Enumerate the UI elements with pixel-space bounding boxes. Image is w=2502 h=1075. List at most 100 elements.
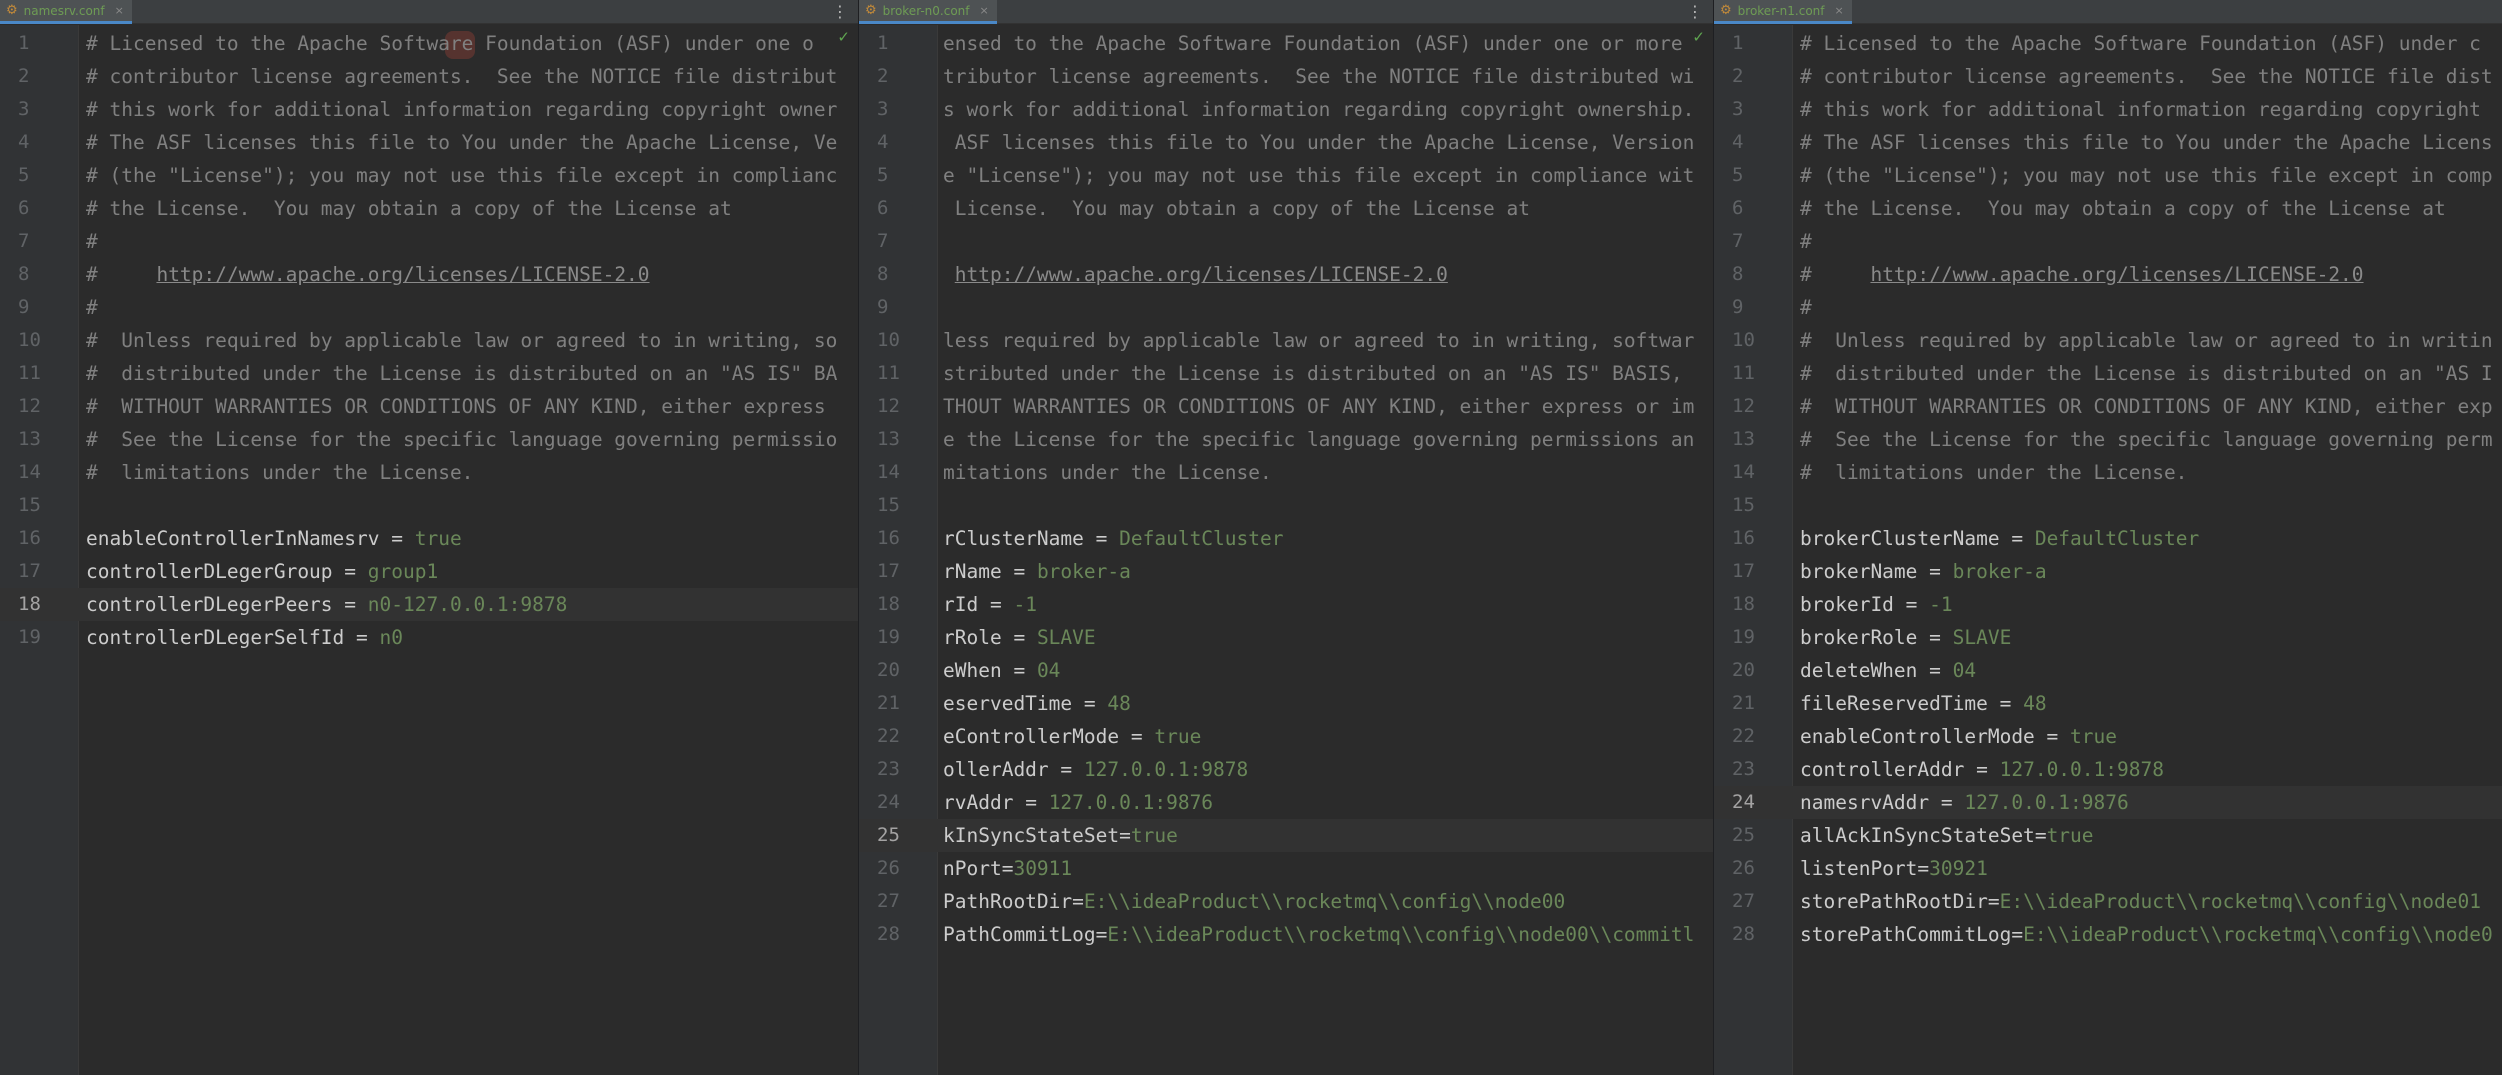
code-area[interactable]: 1 ensed to the Apache Software Foundation… [859, 27, 1713, 1075]
code-line[interactable]: 25 allAckInSyncStateSet=true [1714, 819, 2502, 852]
code-line[interactable]: 18 controllerDLegerPeers = n0-127.0.0.1:9… [0, 588, 858, 621]
license-link[interactable]: http://www.apache.org/licenses/LICENSE-2… [1870, 263, 2363, 286]
code-line[interactable]: 3 # this work for additional information … [0, 93, 858, 126]
code-line[interactable]: 12 THOUT WARRANTIES OR CONDITIONS OF ANY … [859, 390, 1713, 423]
code-line[interactable]: 1 # Licensed to the Apache Software Found… [0, 27, 858, 60]
code-line[interactable]: 19 rRole = SLAVE [859, 621, 1713, 654]
code-line[interactable]: 9 # [0, 291, 858, 324]
code-line[interactable]: 10 # Unless required by applicable law or… [1714, 324, 2502, 357]
code-line[interactable]: 4 ASF licenses this file to You under th… [859, 126, 1713, 159]
code-line[interactable]: 16 enableControllerInNamesrv = true [0, 522, 858, 555]
code-line[interactable]: 12 # WITHOUT WARRANTIES OR CONDITIONS OF … [1714, 390, 2502, 423]
code-line[interactable]: 14 # limitations under the License. [0, 456, 858, 489]
license-link[interactable]: http://www.apache.org/licenses/LICENSE-2… [955, 263, 1448, 286]
code-line[interactable]: 21 fileReservedTime = 48 [1714, 687, 2502, 720]
code-line[interactable]: 24 rvAddr = 127.0.0.1:9876 [859, 786, 1713, 819]
close-icon[interactable]: × [980, 4, 989, 17]
code-line[interactable]: 22 enableControllerMode = true [1714, 720, 2502, 753]
property-key: rRole [943, 626, 1002, 649]
code-line[interactable]: 14 mitations under the License. [859, 456, 1713, 489]
property-key: controllerDLegerGroup [86, 560, 333, 583]
code-line[interactable]: 16 rClusterName = DefaultCluster [859, 522, 1713, 555]
code-line[interactable]: 2 # contributor license agreements. See t… [1714, 60, 2502, 93]
code-line[interactable]: 6 # the License. You may obtain a copy of… [1714, 192, 2502, 225]
code-line[interactable]: 10 # Unless required by applicable law or… [0, 324, 858, 357]
line-number: 6 [1732, 197, 1744, 219]
code-line[interactable]: 5 # (the "License"); you may not use this… [1714, 159, 2502, 192]
more-options-icon[interactable]: ⋮ [832, 2, 848, 22]
code-line[interactable]: 17 rName = broker-a [859, 555, 1713, 588]
code-line[interactable]: 21 eservedTime = 48 [859, 687, 1713, 720]
code-line[interactable]: 28 storePathCommitLog=E:\\ideaProduct\\ro… [1714, 918, 2502, 951]
code-line[interactable]: 15 [0, 489, 858, 522]
code-line[interactable]: 23 controllerAddr = 127.0.0.1:9878 [1714, 753, 2502, 786]
code-line[interactable]: 5 e "License"); you may not use this file… [859, 159, 1713, 192]
property-key: controllerAddr [1800, 758, 1965, 781]
tab-namesrv-conf[interactable]: ⚙ namesrv.conf × [0, 0, 132, 24]
code-line[interactable]: 22 eControllerMode = true [859, 720, 1713, 753]
code-line[interactable]: 7 # [1714, 225, 2502, 258]
code-area[interactable]: 1 # Licensed to the Apache Software Found… [1714, 27, 2502, 1075]
code-line[interactable]: 1 ensed to the Apache Software Foundation… [859, 27, 1713, 60]
code-line[interactable]: 27 storePathRootDir=E:\\ideaProduct\\rock… [1714, 885, 2502, 918]
more-options-icon[interactable]: ⋮ [1687, 2, 1703, 22]
code-line[interactable]: 14 # limitations under the License. [1714, 456, 2502, 489]
code-line[interactable]: 19 brokerRole = SLAVE [1714, 621, 2502, 654]
code-line[interactable]: 27 PathRootDir=E:\\ideaProduct\\rocketmq\… [859, 885, 1713, 918]
code-line[interactable]: 20 eWhen = 04 [859, 654, 1713, 687]
code-line[interactable]: 25 kInSyncStateSet=true [859, 819, 1713, 852]
code-line[interactable]: 26 nPort=30911 [859, 852, 1713, 885]
tab-broker-n1-conf[interactable]: ⚙ broker-n1.conf × [1714, 0, 1852, 24]
code-line[interactable]: 19 controllerDLegerSelfId = n0 [0, 621, 858, 654]
code-area[interactable]: 1 # Licensed to the Apache Software Found… [0, 27, 858, 1075]
code-line[interactable]: 6 # the License. You may obtain a copy of… [0, 192, 858, 225]
code-line[interactable]: 5 # (the "License"); you may not use this… [0, 159, 858, 192]
code-line[interactable]: 8 # http://www.apache.org/licenses/LICENS… [1714, 258, 2502, 291]
code-line[interactable]: 4 # The ASF licenses this file to You und… [0, 126, 858, 159]
code-line[interactable]: 26 listenPort=30921 [1714, 852, 2502, 885]
code-line[interactable]: 23 ollerAddr = 127.0.0.1:9878 [859, 753, 1713, 786]
code-line[interactable]: 20 deleteWhen = 04 [1714, 654, 2502, 687]
code-line[interactable]: 11 # distributed under the License is dis… [0, 357, 858, 390]
code-line[interactable]: 6 License. You may obtain a copy of the … [859, 192, 1713, 225]
code-line[interactable]: 7 # [0, 225, 858, 258]
code-line[interactable]: 8 http://www.apache.org/licenses/LICENSE… [859, 258, 1713, 291]
code-line[interactable]: 7 [859, 225, 1713, 258]
code-line[interactable]: 28 PathCommitLog=E:\\ideaProduct\\rocketm… [859, 918, 1713, 951]
code-line[interactable]: 1 # Licensed to the Apache Software Found… [1714, 27, 2502, 60]
code-line[interactable]: 11 stributed under the License is distrib… [859, 357, 1713, 390]
code-line[interactable]: 8 # http://www.apache.org/licenses/LICENS… [0, 258, 858, 291]
comment-text: ensed to the Apache Software Foundation … [943, 32, 1683, 55]
code-line[interactable]: 10 less required by applicable law or agr… [859, 324, 1713, 357]
code-line[interactable]: 17 controllerDLegerGroup = group1 [0, 555, 858, 588]
code-line[interactable]: 3 # this work for additional information … [1714, 93, 2502, 126]
code-line[interactable]: 18 brokerId = -1 [1714, 588, 2502, 621]
property-value: true [2046, 824, 2094, 847]
code-line[interactable]: 9 # [1714, 291, 2502, 324]
code-line[interactable]: 24 namesrvAddr = 127.0.0.1:9876 [1714, 786, 2502, 819]
code-line[interactable]: 12 # WITHOUT WARRANTIES OR CONDITIONS OF … [0, 390, 858, 423]
property-value: 30911 [1013, 857, 1073, 880]
code-line[interactable]: 4 # The ASF licenses this file to You und… [1714, 126, 2502, 159]
close-icon[interactable]: × [115, 4, 124, 17]
code-line[interactable]: 2 tributor license agreements. See the NO… [859, 60, 1713, 93]
line-number: 5 [1732, 164, 1744, 186]
code-line[interactable]: 3 s work for additional information regar… [859, 93, 1713, 126]
code-line[interactable]: 15 [1714, 489, 2502, 522]
close-icon[interactable]: × [1835, 4, 1844, 17]
code-line[interactable]: 13 e the License for the specific languag… [859, 423, 1713, 456]
code-line[interactable]: 18 rId = -1 [859, 588, 1713, 621]
code-line[interactable]: 16 brokerClusterName = DefaultCluster [1714, 522, 2502, 555]
code-line[interactable]: 9 [859, 291, 1713, 324]
code-line[interactable]: 15 [859, 489, 1713, 522]
code-text: # Licensed to the Apache Software Founda… [1800, 27, 2481, 60]
property-operator: = [1119, 725, 1155, 748]
code-line[interactable]: 17 brokerName = broker-a [1714, 555, 2502, 588]
license-link[interactable]: http://www.apache.org/licenses/LICENSE-2… [156, 263, 649, 286]
code-line[interactable]: 13 # See the License for the specific lan… [1714, 423, 2502, 456]
code-line[interactable]: 13 # See the License for the specific lan… [0, 423, 858, 456]
code-line[interactable]: 11 # distributed under the License is dis… [1714, 357, 2502, 390]
comment-text: tributor license agreements. See the NOT… [943, 65, 1695, 88]
tab-broker-n0-conf[interactable]: ⚙ broker-n0.conf × [859, 0, 997, 24]
code-line[interactable]: 2 # contributor license agreements. See t… [0, 60, 858, 93]
